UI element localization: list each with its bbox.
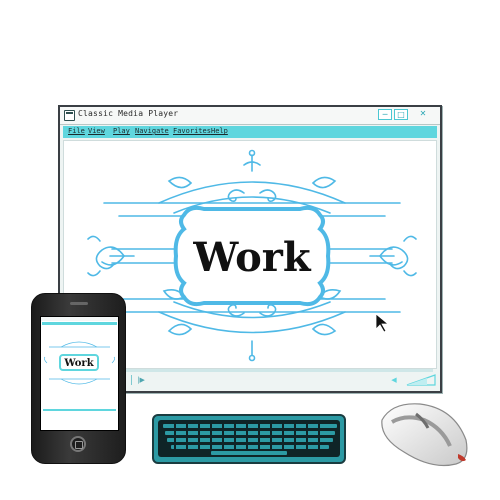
close-button[interactable]: ✕: [416, 109, 430, 120]
step-icon[interactable]: |▶: [135, 375, 147, 385]
menu-play[interactable]: Play: [113, 127, 130, 135]
window-title: Classic Media Player: [78, 109, 179, 118]
smartphone: Work: [31, 293, 126, 464]
cursor-arrow-icon: [375, 313, 390, 333]
menu-file[interactable]: File: [68, 127, 85, 135]
title-bar[interactable]: Classic Media Player ─ □ ✕: [60, 107, 440, 125]
center-word: Work: [192, 234, 311, 281]
volume-slider[interactable]: [405, 374, 437, 386]
keyboard-key-grid: [163, 424, 337, 455]
speaker-icon[interactable]: ◀: [388, 375, 400, 385]
menu-help[interactable]: Help: [211, 127, 228, 135]
computer-mouse[interactable]: [372, 400, 472, 470]
keyboard-keys[interactable]: [158, 420, 340, 457]
keyboard: [152, 414, 346, 464]
home-button[interactable]: [70, 436, 86, 452]
minimize-button[interactable]: ─: [378, 109, 392, 120]
phone-speaker: [70, 302, 88, 305]
menu-navigate[interactable]: Navigate: [135, 127, 169, 135]
app-icon: [64, 110, 75, 121]
maximize-button[interactable]: □: [394, 109, 408, 120]
phone-screen[interactable]: Work: [40, 316, 119, 431]
mini-center-word: Work: [59, 354, 99, 371]
menu-favorites[interactable]: Favorites: [173, 127, 211, 135]
controls-divider: [131, 375, 132, 385]
menu-bar: File View Play Navigate Favorites Help: [63, 126, 437, 138]
menu-view[interactable]: View: [88, 127, 105, 135]
mini-ornamental-frame: [43, 341, 116, 411]
